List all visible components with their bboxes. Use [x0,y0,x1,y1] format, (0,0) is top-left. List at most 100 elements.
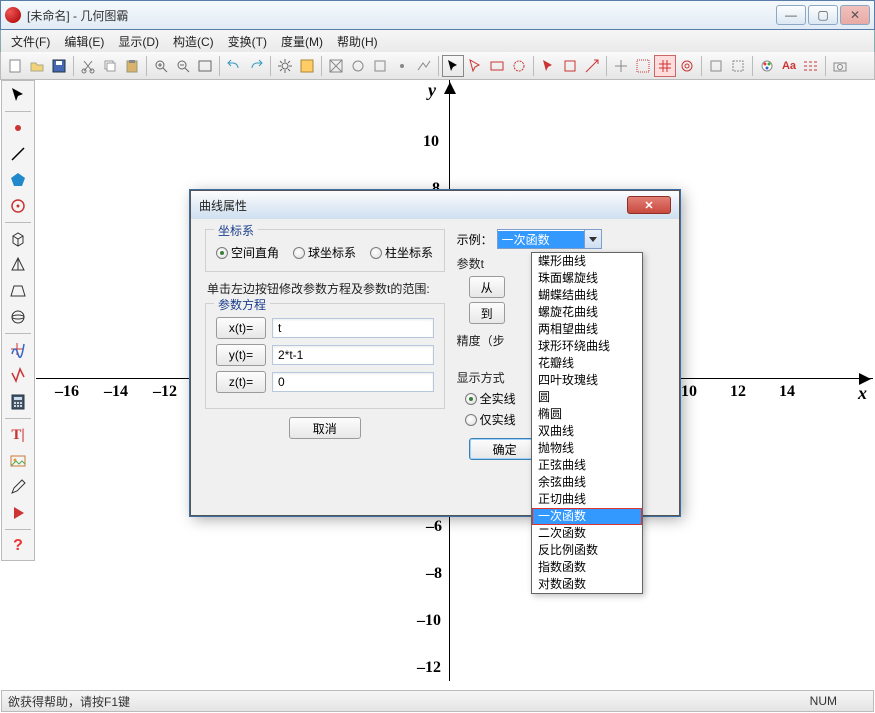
tb-misc2[interactable] [348,56,368,76]
tb-coord3[interactable] [677,56,697,76]
tb-linestyle[interactable] [801,56,821,76]
tool-trace[interactable] [4,364,32,388]
tb-paste[interactable] [122,56,142,76]
tb-zoomout[interactable] [173,56,193,76]
dropdown-item[interactable]: 一次函数 [532,508,642,525]
tool-select[interactable] [4,83,32,107]
dropdown-item[interactable]: 圆 [532,389,642,406]
yt-field[interactable]: 2*t-1 [272,345,434,365]
radio-spherical[interactable]: 球坐标系 [293,244,356,261]
tb-open[interactable] [27,56,47,76]
dropdown-item[interactable]: 抛物线 [532,440,642,457]
tb-undo[interactable] [224,56,244,76]
dropdown-item[interactable]: 指数函数 [532,559,642,576]
dropdown-item[interactable]: 花瓣线 [532,355,642,372]
from-button[interactable]: 从 [469,276,505,298]
tool-circle[interactable] [4,194,32,218]
tb-misc1[interactable] [326,56,346,76]
tb-coord2[interactable] [633,56,653,76]
tool-text[interactable]: T| [4,423,32,447]
zt-field[interactable]: 0 [272,372,434,392]
menu-measure[interactable]: 度量(M) [275,31,329,52]
tool-point[interactable] [4,116,32,140]
menu-file[interactable]: 文件(F) [5,31,56,52]
tb-hide1[interactable] [706,56,726,76]
tb-redo[interactable] [246,56,266,76]
dropdown-item[interactable]: 四叶玫瑰线 [532,372,642,389]
tb-save[interactable] [49,56,69,76]
example-dropdown-list[interactable]: 蝶形曲线珠面螺旋线蝴蝶结曲线螺旋花曲线两相望曲线球形环绕曲线花瓣线四叶玫瑰线圆椭… [531,252,643,594]
tool-cube[interactable] [4,227,32,251]
tool-line[interactable] [4,142,32,166]
combo-arrow[interactable] [584,230,601,248]
dropdown-item[interactable]: 球形环绕曲线 [532,338,642,355]
tb-cut[interactable] [78,56,98,76]
tool-play[interactable] [4,501,32,525]
tool-tetra[interactable] [4,253,32,277]
dropdown-item[interactable]: 正切曲线 [532,491,642,508]
tool-function[interactable] [4,338,32,362]
menu-construct[interactable]: 构造(C) [167,31,220,52]
dropdown-item[interactable]: 椭圆 [532,406,642,423]
radio-cylindrical[interactable]: 柱坐标系 [370,244,433,261]
tool-image[interactable] [4,449,32,473]
tb-hide2[interactable] [728,56,748,76]
dropdown-item[interactable]: 二次函数 [532,525,642,542]
tb-misc5[interactable] [414,56,434,76]
tool-pen[interactable] [4,475,32,499]
dialog-close-button[interactable]: ✕ [627,196,671,214]
dropdown-item[interactable]: 余弦曲线 [532,474,642,491]
menu-help[interactable]: 帮助(H) [331,31,384,52]
maximize-button[interactable]: ▢ [808,5,838,25]
ok-button[interactable]: 确定 [469,438,541,460]
tb-gear[interactable] [275,56,295,76]
tb-sel2[interactable] [487,56,507,76]
menu-display[interactable]: 显示(D) [112,31,165,52]
tool-polygon[interactable] [4,168,32,192]
yt-button[interactable]: y(t)= [216,344,266,366]
tb-color[interactable] [757,56,777,76]
dropdown-item[interactable]: 两相望曲线 [532,321,642,338]
tb-zoomfit[interactable] [195,56,215,76]
zt-button[interactable]: z(t)= [216,371,266,393]
tb-misc3[interactable] [370,56,390,76]
dropdown-item[interactable]: 珠面螺旋线 [532,270,642,287]
to-button[interactable]: 到 [469,302,505,324]
close-button[interactable]: ✕ [840,5,870,25]
tb-rotmove[interactable] [538,56,558,76]
dropdown-item[interactable]: 反比例函数 [532,542,642,559]
tb-rotcopy[interactable] [560,56,580,76]
menu-transform[interactable]: 变换(T) [222,31,273,52]
example-combo[interactable]: 一次函数 [497,229,602,249]
tb-zoomin[interactable] [151,56,171,76]
cancel-button[interactable]: 取消 [289,417,361,439]
dialog-titlebar[interactable]: 曲线属性 ✕ [191,191,679,219]
tb-grid[interactable] [655,56,675,76]
tb-scale[interactable] [582,56,602,76]
tool-frustum[interactable] [4,279,32,303]
dropdown-item[interactable]: 双曲线 [532,423,642,440]
tb-palette[interactable] [297,56,317,76]
minimize-button[interactable]: — [776,5,806,25]
tb-arrow[interactable] [443,56,463,76]
tb-new[interactable] [5,56,25,76]
xt-button[interactable]: x(t)= [216,317,266,339]
dropdown-item[interactable]: 对数函数 [532,576,642,593]
tb-camera[interactable] [830,56,850,76]
tb-coord1[interactable] [611,56,631,76]
dropdown-item[interactable]: 蝴蝶结曲线 [532,287,642,304]
tb-text[interactable]: Aa [779,56,799,76]
dropdown-item[interactable]: 螺旋花曲线 [532,304,642,321]
tb-sel1[interactable] [465,56,485,76]
menu-edit[interactable]: 编辑(E) [58,31,110,52]
dropdown-item[interactable]: 蝶形曲线 [532,253,642,270]
tool-help[interactable]: ? [4,534,32,558]
dropdown-item[interactable]: 正弦曲线 [532,457,642,474]
tool-sphere[interactable] [4,305,32,329]
xt-field[interactable]: t [272,318,434,338]
tb-misc4[interactable] [392,56,412,76]
tool-calculator[interactable] [4,390,32,414]
radio-cartesian[interactable]: 空间直角 [216,244,279,261]
tb-copy[interactable] [100,56,120,76]
tb-sel3[interactable] [509,56,529,76]
